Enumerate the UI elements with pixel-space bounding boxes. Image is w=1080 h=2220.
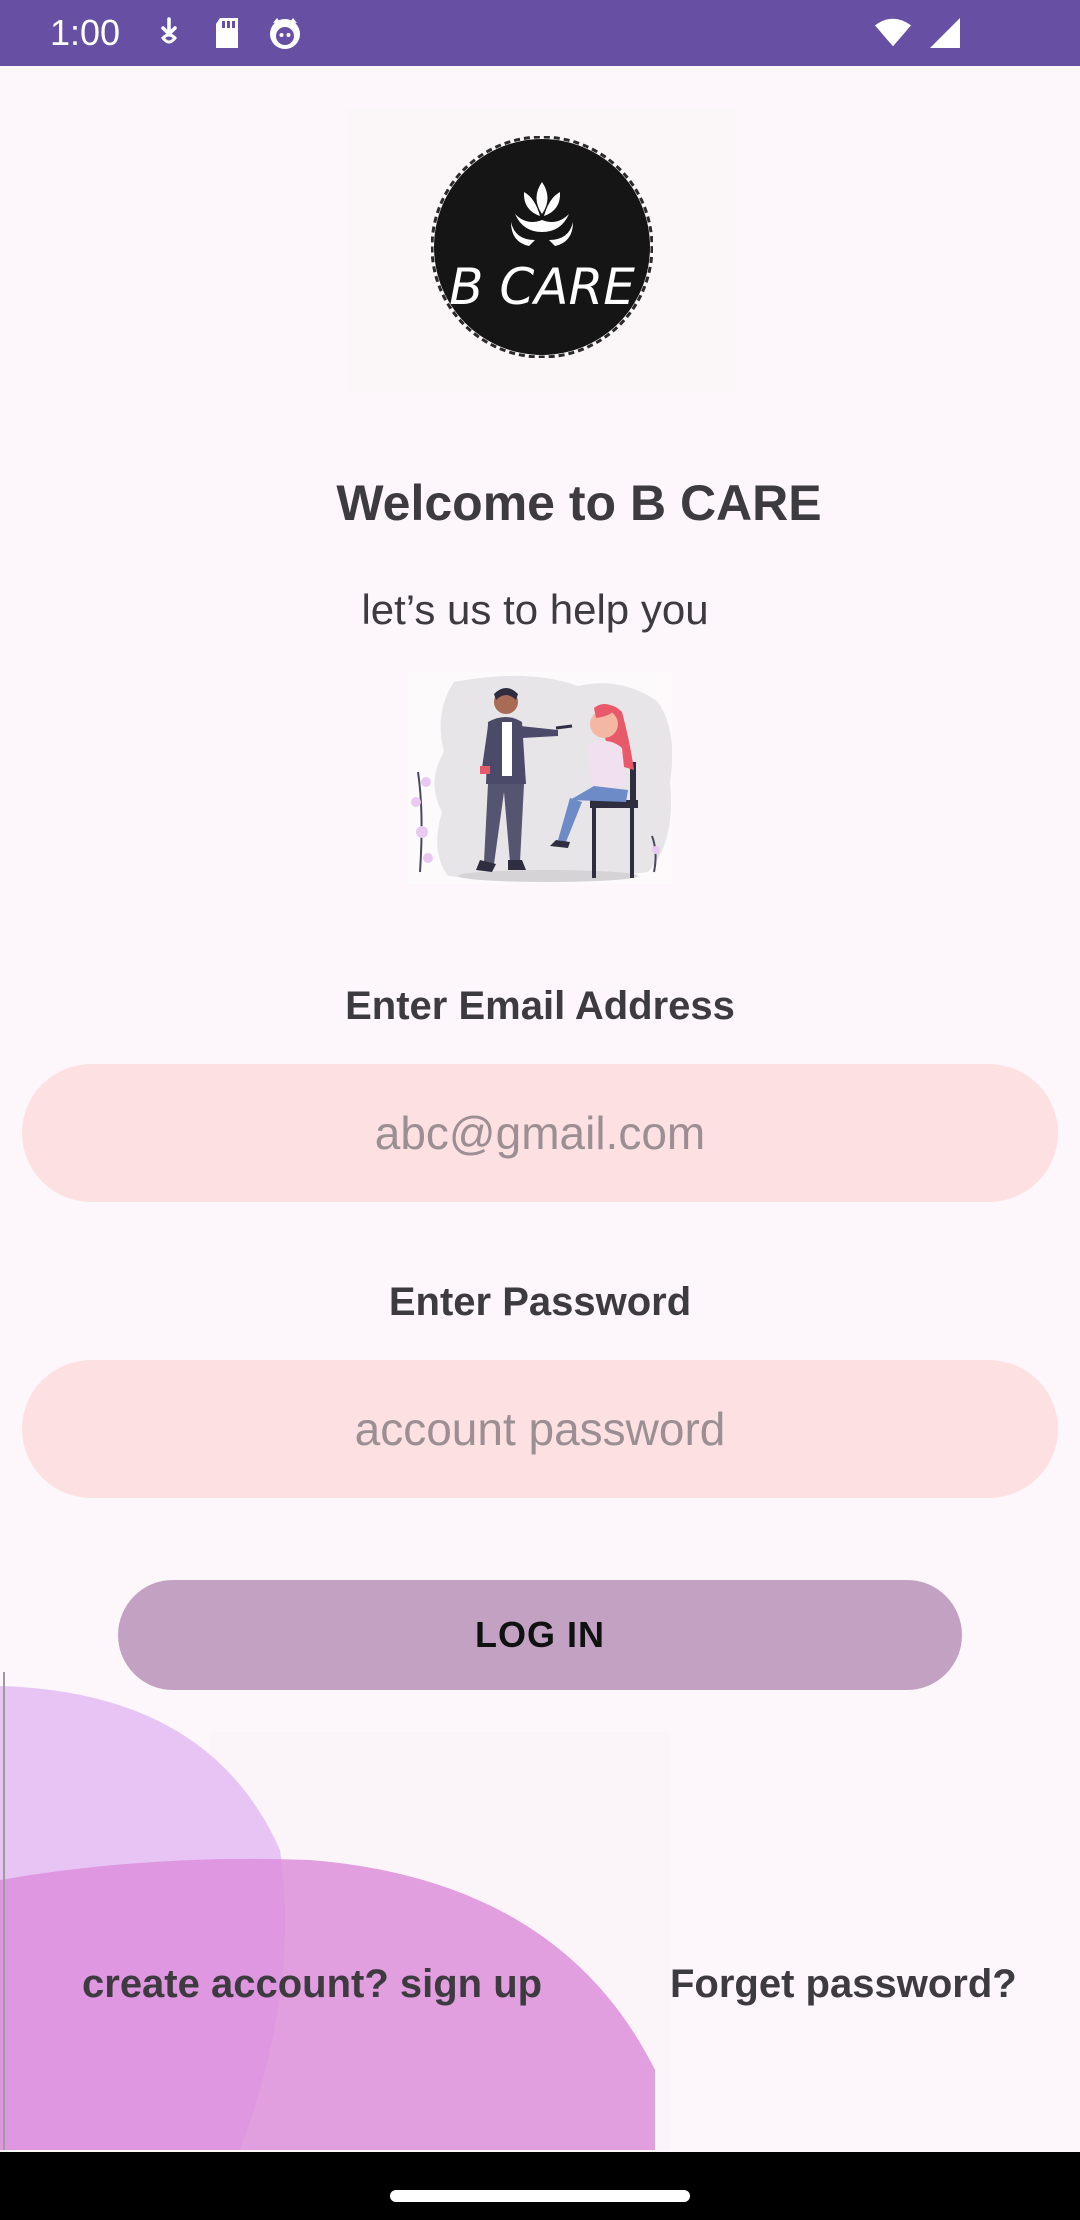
status-icons-right <box>874 14 964 52</box>
status-bar: 1:00 <box>0 0 1080 66</box>
email-label: Enter Email Address <box>345 984 735 1028</box>
signal-icon <box>926 14 964 52</box>
signup-link[interactable]: create account? sign up <box>82 1962 542 2007</box>
makeup-artist-illustration <box>408 672 672 884</box>
decorative-bubbles <box>0 1686 670 2150</box>
wifi-icon <box>874 14 912 52</box>
email-input[interactable] <box>22 1064 1058 1202</box>
login-button[interactable]: LOG IN <box>118 1580 962 1690</box>
status-icons-left <box>150 14 304 52</box>
face-icon <box>266 14 304 52</box>
page-subtitle: let’s us to help you <box>361 586 709 633</box>
download-icon <box>150 14 188 52</box>
forget-password-link[interactable]: Forget password? <box>670 1962 1017 2007</box>
navigation-bar <box>0 2152 1080 2220</box>
decor-divider <box>3 1672 5 2150</box>
logo-text: B CARE <box>449 258 635 316</box>
password-label: Enter Password <box>388 1280 692 1324</box>
sd-card-icon <box>208 14 246 52</box>
home-gesture-handle[interactable] <box>390 2190 690 2202</box>
status-time: 1:00 <box>50 12 121 53</box>
page-title: Welcome to B CARE <box>336 475 822 531</box>
logo: B CARE <box>346 108 736 392</box>
password-input[interactable] <box>22 1360 1058 1498</box>
lotus-hands-icon: B CARE <box>431 136 653 358</box>
